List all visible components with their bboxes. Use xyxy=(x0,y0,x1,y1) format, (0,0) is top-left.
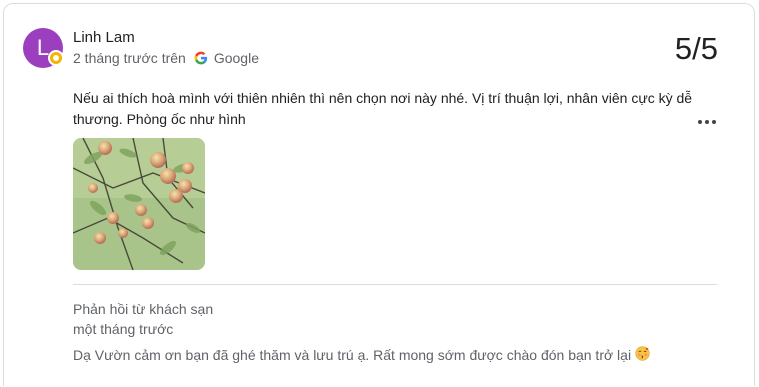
more-options-icon[interactable] xyxy=(697,112,719,132)
reviewer-name[interactable]: Linh Lam xyxy=(73,29,135,46)
owner-reply-time: một tháng trước xyxy=(73,321,174,337)
google-g-icon xyxy=(194,51,208,65)
review-text: Nếu ai thích hoà mình với thiên nhiên th… xyxy=(73,90,693,127)
owner-reply-title: Phản hồi từ khách sạn xyxy=(73,301,214,317)
review-meta: 2 tháng trước trên Google xyxy=(73,49,259,67)
review-on-label: trên xyxy=(161,50,186,66)
review-source[interactable]: Google xyxy=(214,50,259,66)
owner-reply-text: Dạ Vườn cảm ơn bạn đã ghé thăm và lưu tr… xyxy=(73,347,632,363)
kissing-face-icon xyxy=(635,346,650,364)
review-photo[interactable] xyxy=(73,138,205,270)
divider xyxy=(73,284,717,285)
local-guide-badge-icon xyxy=(48,50,64,66)
review-score: 5/5 xyxy=(674,31,718,66)
review-time: 2 tháng trước xyxy=(73,50,158,66)
owner-reply: Dạ Vườn cảm ơn bạn đã ghé thăm và lưu tr… xyxy=(73,346,650,364)
